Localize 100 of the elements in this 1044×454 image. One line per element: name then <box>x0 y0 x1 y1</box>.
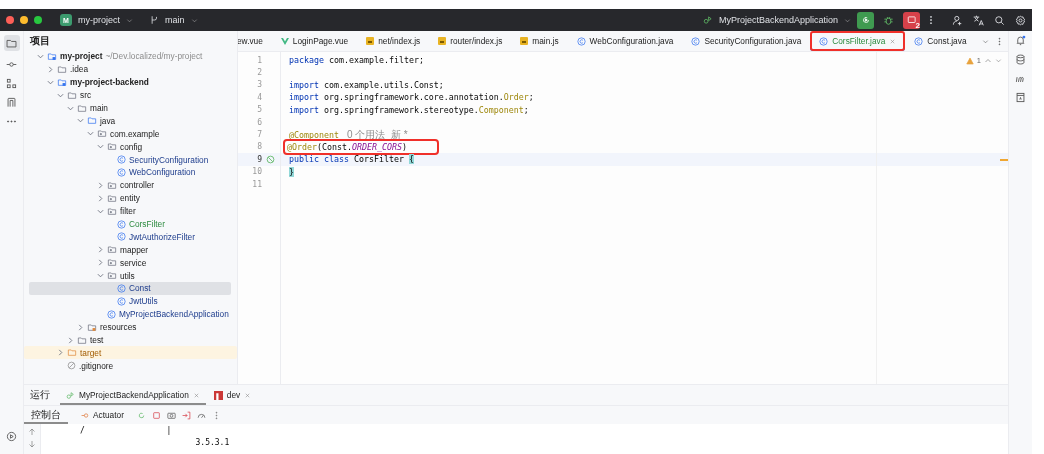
add-user-icon[interactable] <box>952 14 963 26</box>
chevron-right-icon[interactable] <box>57 349 64 357</box>
database-icon[interactable] <box>1015 54 1026 65</box>
chevron-right-icon[interactable] <box>97 194 104 202</box>
tree-item[interactable]: CorsFilter <box>29 217 231 231</box>
minimize-window-icon[interactable] <box>20 16 28 24</box>
vue-icon <box>280 37 289 45</box>
editor-tab[interactable]: LoginPage.vue <box>271 31 358 51</box>
run-tab[interactable]: MyProjectBackendApplication <box>60 385 206 405</box>
editor-tab[interactable]: CorsFilter.java <box>810 31 906 51</box>
tree-item[interactable]: resources <box>29 320 231 334</box>
structure-icon[interactable] <box>6 78 17 89</box>
chevron-down-icon[interactable] <box>97 143 104 151</box>
rerun-button[interactable] <box>857 11 874 29</box>
commit-icon[interactable] <box>6 59 17 70</box>
run-configuration-name[interactable]: MyProjectBackendApplication <box>718 15 838 25</box>
tree-item[interactable]: config <box>29 140 231 154</box>
tree-item[interactable]: test <box>29 333 231 347</box>
tree-item[interactable]: utils <box>29 269 231 283</box>
close-window-icon[interactable] <box>6 16 14 24</box>
chevron-down-icon[interactable] <box>126 16 133 24</box>
import-icon[interactable] <box>181 410 191 420</box>
editor-tab[interactable]: net/index.js <box>357 31 430 51</box>
editor-tab[interactable]: WebConfiguration.java <box>567 31 683 51</box>
console-tab[interactable]: 控制台 <box>24 406 68 424</box>
chevron-right-icon[interactable] <box>47 65 54 73</box>
tree-item[interactable]: service <box>29 256 231 270</box>
editor-tab[interactable]: ew.vue <box>238 31 272 51</box>
project-name[interactable]: my-project <box>78 15 120 25</box>
bug-icon[interactable] <box>883 14 894 26</box>
stop-icon[interactable] <box>151 410 161 420</box>
chevron-down-icon[interactable] <box>97 272 104 280</box>
tree-item[interactable]: com.example <box>29 127 231 141</box>
tree-item-label: resources <box>100 322 137 333</box>
chevron-down-icon[interactable] <box>57 91 64 99</box>
console-tab[interactable]: Actuator <box>74 406 131 424</box>
tree-item[interactable]: WebConfiguration <box>29 166 231 179</box>
stop-icon[interactable] <box>906 15 917 25</box>
close-icon[interactable] <box>244 391 252 399</box>
line-number: 10 <box>251 166 263 178</box>
tree-item[interactable]: java <box>29 114 231 128</box>
tree-item[interactable]: main <box>29 101 231 115</box>
js-file-icon <box>520 37 529 45</box>
chevron-right-icon[interactable] <box>97 181 104 189</box>
tree-item[interactable]: .idea <box>29 62 231 76</box>
warning-icon[interactable] <box>965 56 974 65</box>
chevron-down-icon[interactable] <box>47 78 54 86</box>
no-entry-icon[interactable] <box>266 155 275 165</box>
run-tab[interactable]: dev <box>207 385 258 405</box>
archive-icon[interactable] <box>1015 92 1026 103</box>
tree-item[interactable]: Const <box>29 282 231 295</box>
scroll-down-icon[interactable] <box>28 440 36 448</box>
tree-item[interactable]: mapper <box>29 243 231 257</box>
chevron-down-icon[interactable] <box>37 52 44 60</box>
close-icon[interactable] <box>192 391 200 399</box>
chevron-right-icon[interactable] <box>77 323 84 331</box>
editor-tab[interactable]: main.js <box>511 31 568 51</box>
zoom-window-icon[interactable] <box>34 16 42 24</box>
chevron-up-icon[interactable] <box>984 56 992 65</box>
tree-item[interactable]: JwtAuthorizeFilter <box>29 230 231 244</box>
search-icon[interactable] <box>994 14 1005 26</box>
settings-icon[interactable] <box>1015 14 1026 26</box>
tree-item[interactable]: MyProjectBackendApplication <box>29 307 231 321</box>
chevron-right-icon[interactable] <box>97 259 104 267</box>
branch-name[interactable]: main <box>165 15 185 25</box>
tree-item[interactable]: SecurityConfiguration <box>29 153 231 166</box>
run-icon[interactable] <box>6 431 17 442</box>
tree-item-label: service <box>120 257 147 268</box>
tree-item[interactable]: JwtUtils <box>29 294 231 308</box>
chevron-right-icon[interactable] <box>67 336 74 344</box>
chevron-down-icon[interactable] <box>87 130 94 138</box>
chevron-down-icon[interactable] <box>190 16 198 24</box>
chevron-down-icon[interactable] <box>995 57 1002 64</box>
tree-item[interactable]: filter <box>29 204 231 218</box>
bell-icon[interactable] <box>1015 35 1026 46</box>
stop-button[interactable]: 2 <box>903 11 920 29</box>
tree-item[interactable]: src <box>29 88 231 102</box>
tree-item[interactable]: controller <box>29 178 231 192</box>
tree-item[interactable]: .gitignore <box>29 359 231 373</box>
chevron-down-icon[interactable] <box>97 207 104 215</box>
rerun-icon[interactable] <box>136 410 146 420</box>
tree-item[interactable]: target <box>24 346 237 360</box>
module-folder-icon <box>57 77 67 87</box>
line-number: 6 <box>256 116 263 129</box>
editor-tab[interactable]: SecurityConfiguration.java <box>682 31 811 51</box>
editor-tab[interactable]: router/index.js <box>429 31 512 51</box>
tool-window-icon[interactable] <box>6 97 17 108</box>
tree-item[interactable]: my-project ~/Dev.localized/my-project <box>29 50 231 63</box>
scroll-up-icon[interactable] <box>28 428 36 436</box>
chevron-down-icon[interactable] <box>67 104 74 112</box>
chevron-down-icon[interactable] <box>844 16 851 24</box>
chevron-down-icon[interactable] <box>981 37 989 45</box>
chevron-right-icon[interactable] <box>97 246 104 254</box>
close-icon[interactable] <box>889 37 897 45</box>
tree-item[interactable]: my-project-backend <box>29 75 231 89</box>
chevron-down-icon[interactable] <box>77 117 84 125</box>
tree-item[interactable]: entity <box>29 191 231 205</box>
editor-tab[interactable]: Const.java <box>905 31 976 51</box>
camera-icon[interactable] <box>166 410 176 420</box>
translate-icon[interactable] <box>973 14 984 26</box>
